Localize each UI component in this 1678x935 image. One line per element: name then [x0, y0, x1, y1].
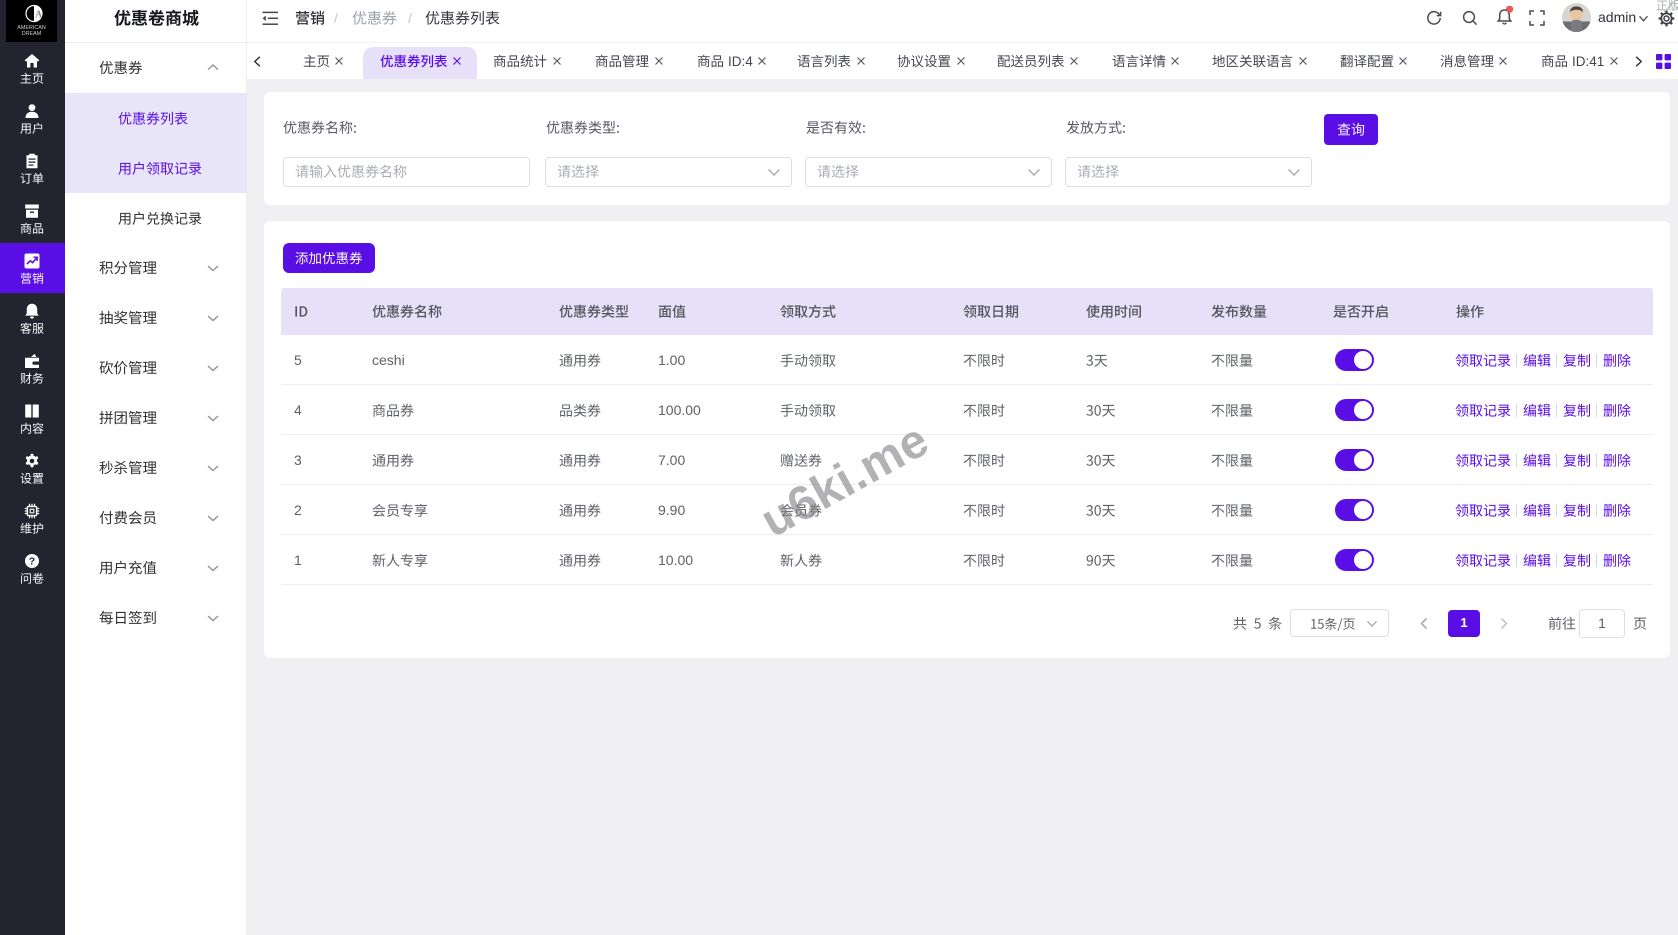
- svg-text:?: ?: [29, 556, 35, 568]
